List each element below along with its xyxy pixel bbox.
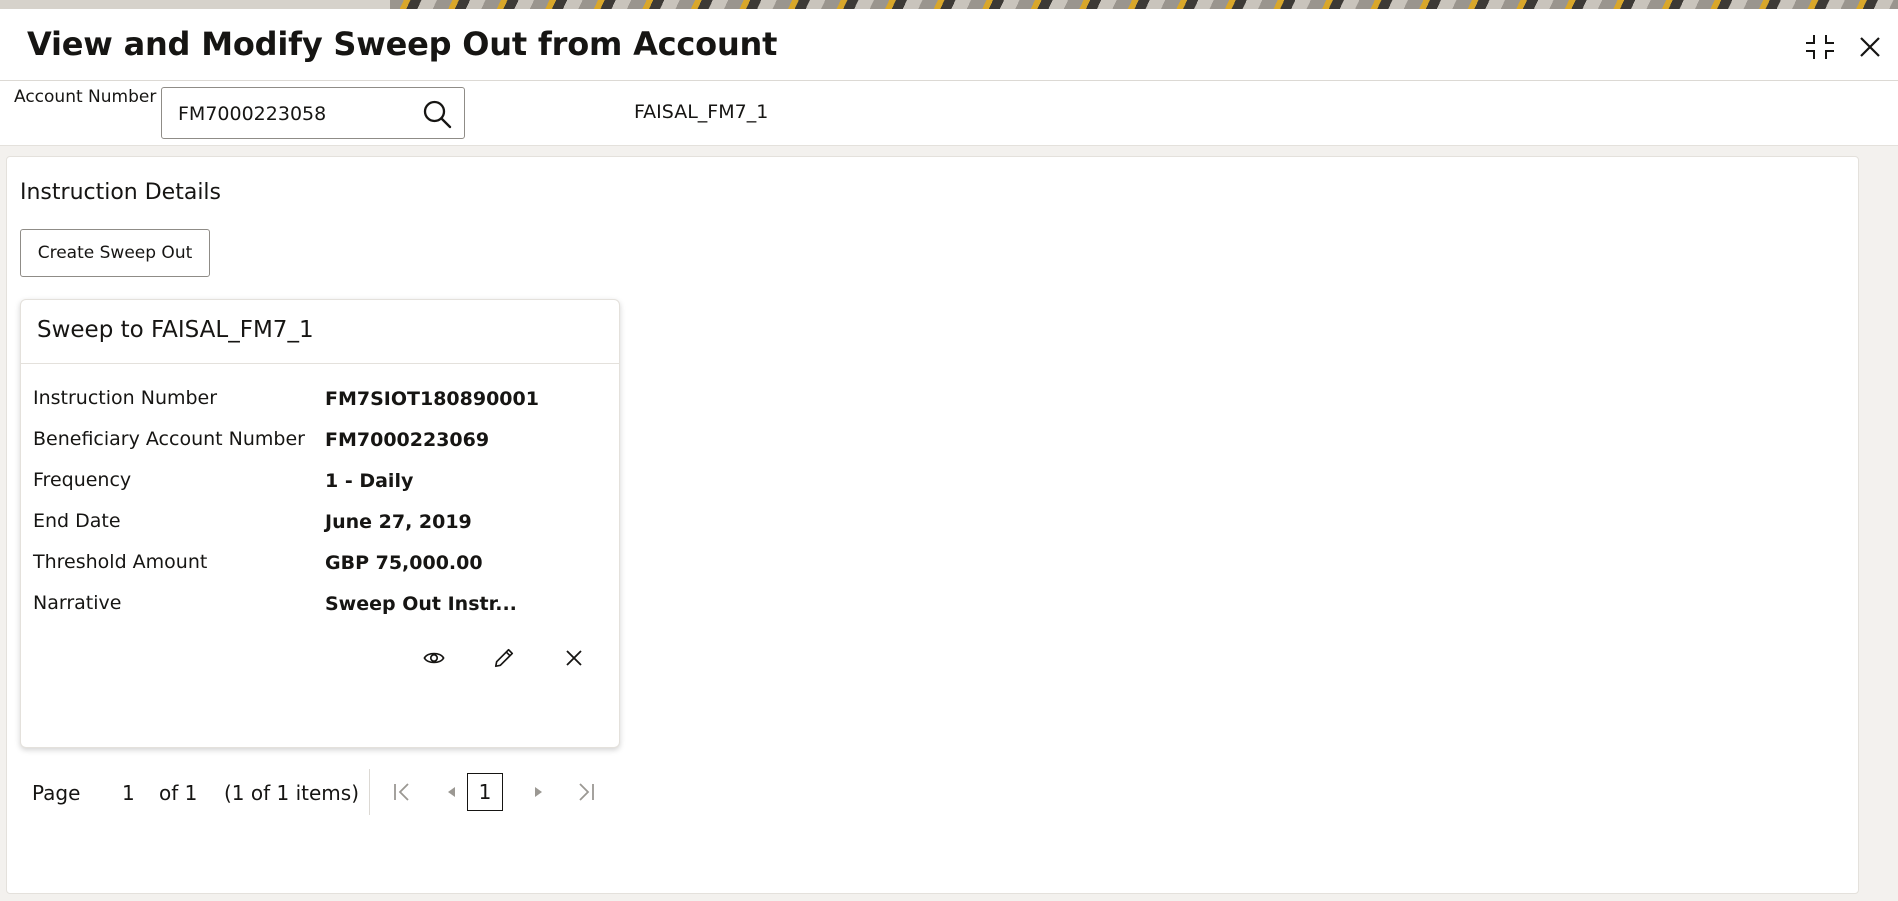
field-beneficiary-account-number: Beneficiary Account Number FM7000223069 — [33, 428, 613, 458]
card-divider — [21, 363, 619, 364]
current-page-button[interactable]: 1 — [467, 773, 503, 811]
minimize-button[interactable] — [1800, 27, 1840, 67]
field-threshold-amount: Threshold Amount GBP 75,000.00 — [33, 551, 613, 581]
field-label: Narrative — [33, 592, 122, 614]
pencil-icon — [494, 648, 514, 668]
prev-page-icon — [448, 787, 455, 797]
instruction-card: Sweep to FAISAL_FM7_1 Instruction Number… — [20, 299, 620, 748]
close-icon — [566, 650, 582, 666]
account-holder-name: FAISAL_FM7_1 — [634, 101, 769, 123]
last-page-icon — [579, 783, 594, 801]
field-value: 1 - Daily — [325, 470, 414, 492]
decorative-banner-strip — [0, 0, 1898, 9]
pagination-divider — [369, 769, 370, 815]
field-end-date: End Date June 27, 2019 — [33, 510, 613, 540]
account-bar: Account Number FAISAL_FM7_1 — [0, 81, 1898, 146]
edit-button[interactable] — [484, 638, 524, 678]
page-title: View and Modify Sweep Out from Account — [27, 25, 778, 63]
page-total: of 1 — [159, 781, 198, 805]
items-count: (1 of 1 items) — [224, 781, 360, 805]
account-number-label: Account Number — [14, 87, 157, 107]
account-search-button[interactable] — [422, 99, 452, 129]
delete-button[interactable] — [554, 638, 594, 678]
field-value: GBP 75,000.00 — [325, 552, 483, 574]
minimize-icon — [1806, 35, 1834, 59]
field-label: Frequency — [33, 469, 132, 491]
close-icon — [1860, 37, 1880, 57]
page-number-value[interactable]: 1 — [122, 781, 135, 805]
account-number-input[interactable] — [176, 98, 410, 130]
close-button[interactable] — [1850, 27, 1890, 67]
title-bar: View and Modify Sweep Out from Account — [0, 9, 1898, 81]
view-button[interactable] — [414, 638, 454, 678]
field-narrative: Narrative Sweep Out Instr... — [33, 592, 613, 622]
first-page-button[interactable] — [387, 777, 417, 807]
field-label: Threshold Amount — [33, 551, 208, 573]
previous-page-button[interactable] — [437, 777, 467, 807]
field-frequency: Frequency 1 - Daily — [33, 469, 613, 499]
next-page-icon — [535, 787, 542, 797]
field-value: FM7000223069 — [325, 429, 490, 451]
next-page-button[interactable] — [523, 777, 553, 807]
field-instruction-number: Instruction Number FM7SIOT180890001 — [33, 387, 613, 417]
search-icon — [423, 100, 452, 129]
first-page-icon — [394, 783, 409, 801]
section-title: Instruction Details — [20, 180, 222, 205]
create-sweep-out-button[interactable]: Create Sweep Out — [20, 229, 210, 277]
eye-icon — [423, 652, 445, 664]
card-title: Sweep to FAISAL_FM7_1 — [37, 317, 314, 343]
field-value: June 27, 2019 — [325, 511, 472, 533]
instruction-details-panel: Instruction Details Create Sweep Out Swe… — [6, 156, 1859, 894]
pagination: Page 1 of 1 (1 of 1 items) 1 — [25, 767, 625, 817]
field-value: FM7SIOT180890001 — [325, 388, 539, 410]
field-label: Instruction Number — [33, 387, 218, 409]
last-page-button[interactable] — [571, 777, 601, 807]
account-number-field[interactable] — [161, 87, 465, 139]
page-label: Page — [32, 781, 81, 805]
field-label: End Date — [33, 510, 121, 532]
field-value: Sweep Out Instr... — [325, 593, 517, 615]
field-label: Beneficiary Account Number — [33, 428, 305, 450]
